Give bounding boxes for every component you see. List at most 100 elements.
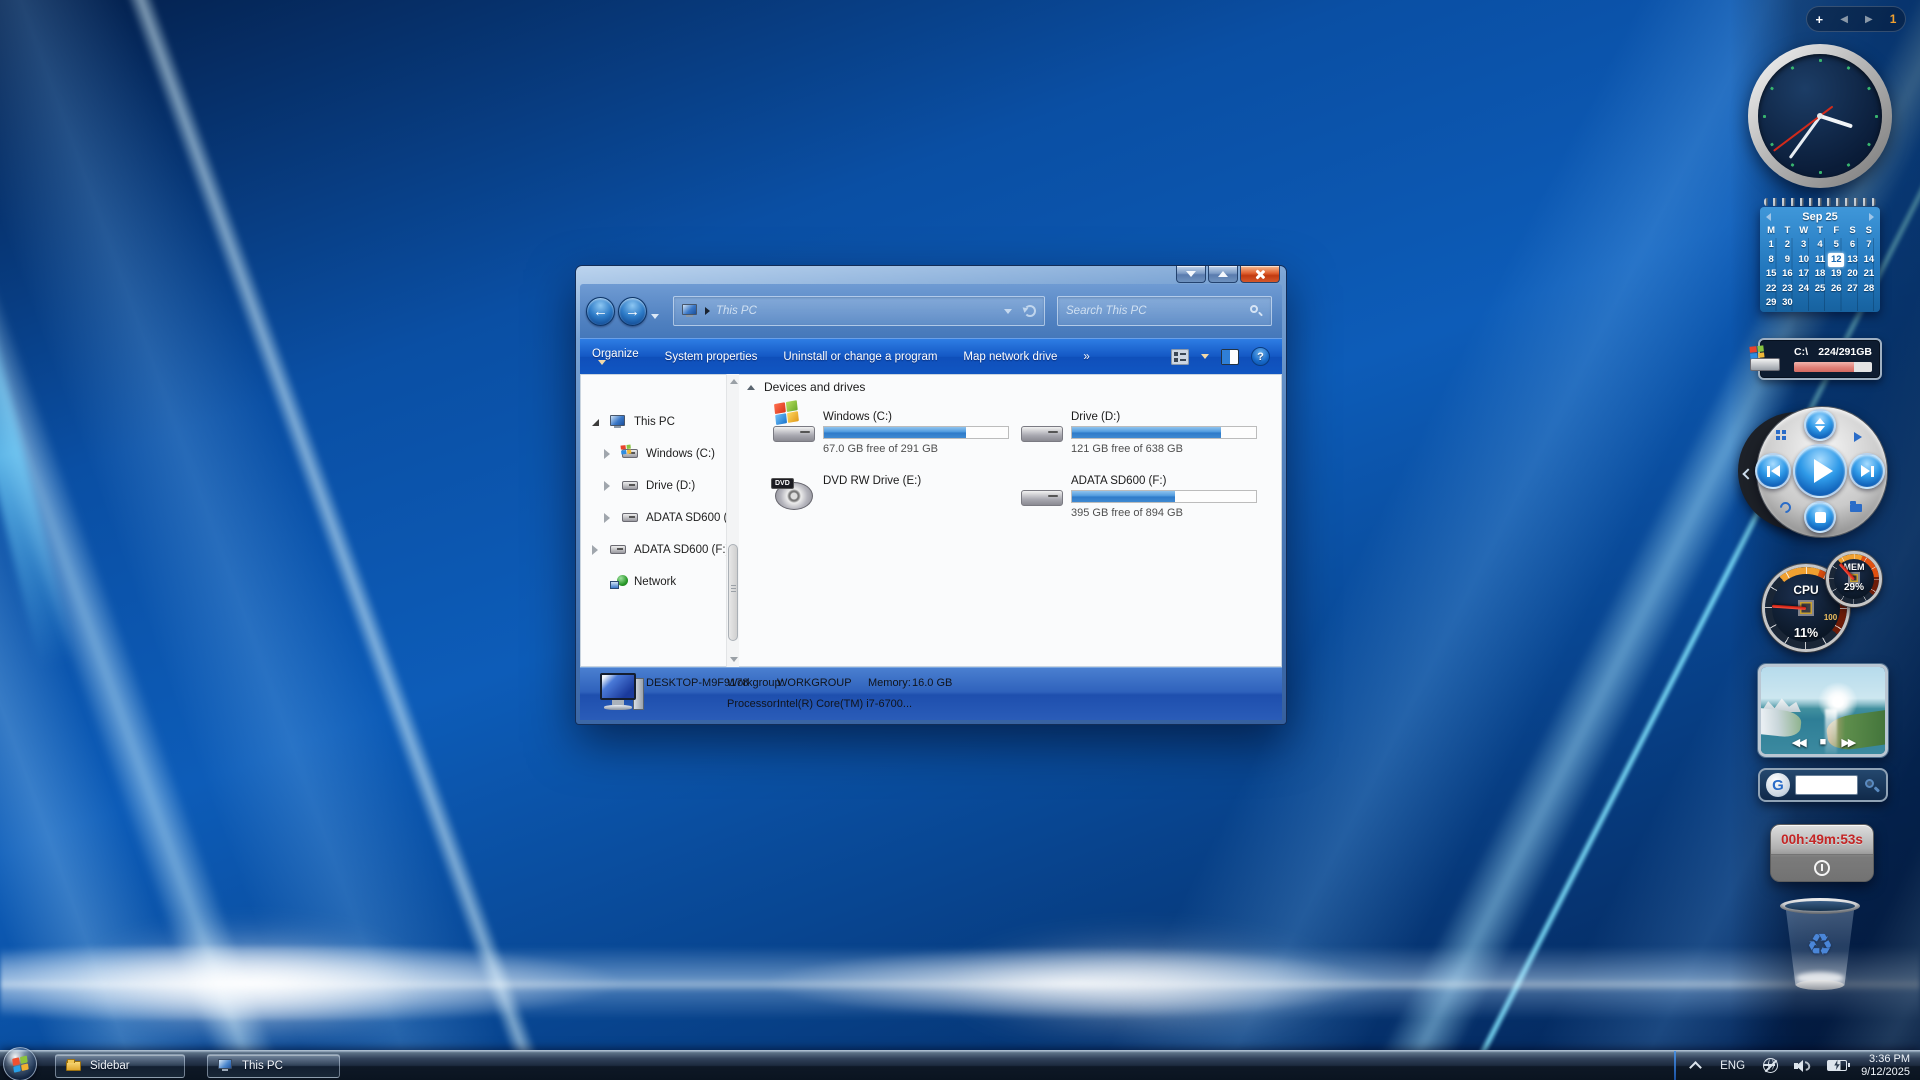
calendar-date[interactable]: 29 [1763, 296, 1779, 311]
tree-item-adata-sd600[interactable]: ADATA SD600 (F:) [580, 502, 726, 534]
pager-next-icon[interactable]: ▶ [1865, 14, 1873, 25]
calendar-date[interactable]: 2 [1779, 238, 1795, 253]
calendar-date[interactable]: 27 [1844, 282, 1860, 297]
drive-tile-adata-f[interactable]: ADATA SD600 (F:) 395 GB free of 894 GB [1019, 474, 1267, 532]
calendar-date[interactable]: 17 [1796, 267, 1812, 282]
toolbar-map-network-drive[interactable]: Map network drive [963, 351, 1057, 363]
group-header-devices-and-drives[interactable]: Devices and drives [747, 380, 1282, 394]
calendar-date[interactable]: 26 [1828, 282, 1844, 297]
pager-prev-icon[interactable]: ◀ [1840, 14, 1848, 25]
calendar-date[interactable]: 8 [1763, 253, 1779, 268]
add-gadget-button[interactable]: + [1816, 12, 1824, 27]
tree-item-windows-c[interactable]: Windows (C:) [580, 438, 726, 470]
calendar-date[interactable]: 16 [1779, 267, 1795, 282]
views-dropdown-icon[interactable] [1201, 354, 1209, 359]
volume-updown-button[interactable] [1804, 409, 1836, 441]
tree-item-network[interactable]: Network [580, 566, 726, 598]
next-track-button[interactable] [1849, 453, 1885, 489]
calendar-date[interactable]: 28 [1861, 282, 1877, 297]
toolbar-organize[interactable]: Organize [592, 348, 639, 365]
battery-icon[interactable] [1827, 1060, 1847, 1071]
scroll-up-icon[interactable] [730, 379, 738, 384]
recent-pages-dropdown[interactable] [651, 314, 659, 319]
calendar-date-selected[interactable]: 12 [1828, 253, 1844, 268]
drive-tile-windows-c[interactable]: Windows (C:) 67.0 GB free of 291 GB [771, 410, 1019, 468]
slideshow-next-icon[interactable]: ▶▶ [1841, 736, 1854, 749]
calendar-date[interactable]: 3 [1796, 238, 1812, 253]
calendar-prev-icon[interactable] [1766, 213, 1771, 221]
windows-grid-icon[interactable] [1776, 430, 1780, 434]
play-button[interactable] [1793, 444, 1847, 498]
start-button[interactable] [3, 1047, 37, 1080]
address-dropdown-icon[interactable] [1004, 309, 1012, 314]
calendar-date[interactable]: 24 [1796, 282, 1812, 297]
scrollbar[interactable] [726, 374, 739, 667]
calendar-date[interactable]: 19 [1828, 267, 1844, 282]
calendar-date[interactable]: 30 [1779, 296, 1795, 311]
help-button[interactable]: ? [1251, 347, 1270, 366]
calendar-date[interactable]: 15 [1763, 267, 1779, 282]
toolbar-uninstall-program[interactable]: Uninstall or change a program [783, 351, 937, 363]
calendar-date[interactable]: 5 [1828, 238, 1844, 253]
volume-icon[interactable] [1794, 1059, 1811, 1073]
calendar-date[interactable]: 18 [1812, 267, 1828, 282]
calendar-next-icon[interactable] [1869, 213, 1874, 221]
slideshow-prev-icon[interactable]: ◀◀ [1792, 736, 1805, 749]
tree-item-this-pc[interactable]: This PC [580, 406, 726, 438]
search-icon[interactable] [1863, 777, 1880, 794]
media-folder-icon[interactable] [1850, 504, 1862, 512]
stop-button[interactable] [1804, 501, 1836, 533]
drive-meter-gadget[interactable]: C:\ 224/291GB [1758, 338, 1882, 380]
power-icon[interactable] [1814, 860, 1830, 876]
toolbar-system-properties[interactable]: System properties [665, 351, 758, 363]
tree-item-adata-sd600-f[interactable]: ADATA SD600 (F:) [580, 534, 726, 566]
views-icon[interactable] [1171, 349, 1189, 365]
preview-pane-icon[interactable] [1221, 349, 1239, 365]
calendar-gadget[interactable]: Sep 25 MTWTFSS 1234567891011121314151617… [1760, 198, 1880, 312]
search-engine-logo[interactable]: G [1766, 773, 1790, 797]
calendar-date[interactable]: 20 [1844, 267, 1860, 282]
slideshow-gadget[interactable]: ◀◀ ■ ▶▶ [1758, 664, 1888, 757]
forward-button[interactable]: → [618, 297, 647, 326]
calendar-date[interactable]: 1 [1763, 238, 1779, 253]
taskbar-item-this-pc[interactable]: This PC [207, 1054, 340, 1078]
calendar-date[interactable]: 14 [1861, 253, 1877, 268]
calendar-date[interactable]: 25 [1812, 282, 1828, 297]
open-player-icon[interactable] [1854, 432, 1862, 442]
refresh-icon[interactable] [1024, 305, 1036, 317]
previous-track-button[interactable] [1755, 453, 1791, 489]
calendar-date[interactable]: 23 [1779, 282, 1795, 297]
maximize-button[interactable] [1208, 266, 1238, 283]
calendar-date[interactable]: 6 [1844, 238, 1860, 253]
taskbar-clock[interactable]: 3:36 PM 9/12/2025 [1861, 1053, 1910, 1079]
calendar-date[interactable]: 11 [1812, 253, 1828, 268]
drive-tile-dvd-e[interactable]: DVD DVD RW Drive (E:) [771, 474, 1019, 532]
close-button[interactable] [1240, 266, 1280, 283]
timer-gadget[interactable]: 00h:49m:53s [1770, 824, 1874, 882]
recycle-bin[interactable]: ♻ [1780, 898, 1860, 988]
scroll-down-icon[interactable] [730, 657, 738, 662]
network-no-internet-icon[interactable] [1763, 1058, 1778, 1073]
search-icon[interactable] [1249, 304, 1263, 318]
search-box[interactable]: Search This PC [1057, 296, 1272, 326]
search-gadget-input[interactable] [1795, 775, 1858, 795]
drive-tile-drive-d[interactable]: Drive (D:) 121 GB free of 638 GB [1019, 410, 1267, 468]
calendar-date[interactable]: 9 [1779, 253, 1795, 268]
minimize-button[interactable] [1176, 266, 1206, 283]
language-indicator[interactable]: ENG [1720, 1060, 1745, 1072]
toolbar-overflow-chevron[interactable]: » [1083, 351, 1089, 363]
address-bar[interactable]: This PC [673, 296, 1045, 326]
scrollbar-thumb[interactable] [728, 544, 738, 641]
calendar-date[interactable]: 13 [1844, 253, 1860, 268]
calendar-date[interactable]: 7 [1861, 238, 1877, 253]
hidden-icons-chevron[interactable] [1690, 1062, 1702, 1070]
back-button[interactable]: ← [586, 297, 615, 326]
calendar-date[interactable]: 10 [1796, 253, 1812, 268]
tree-item-drive-d[interactable]: Drive (D:) [580, 470, 726, 502]
taskbar-item-sidebar[interactable]: Sidebar [55, 1054, 185, 1078]
calendar-date[interactable]: 22 [1763, 282, 1779, 297]
calendar-date[interactable]: 4 [1812, 238, 1828, 253]
clock-gadget[interactable] [1748, 44, 1892, 188]
slideshow-stop-icon[interactable]: ■ [1820, 736, 1827, 749]
calendar-date[interactable]: 21 [1861, 267, 1877, 282]
